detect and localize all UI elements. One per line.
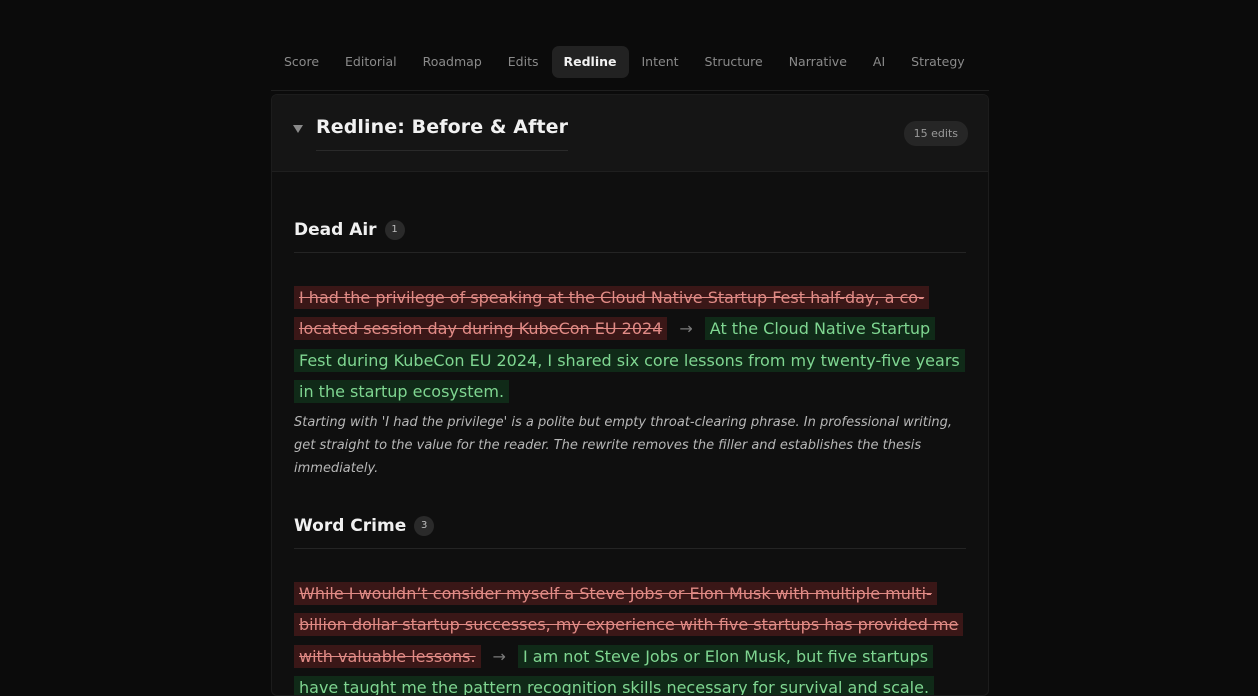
tab-truncated[interactable]: L: [978, 46, 989, 78]
panel-content: Dead Air 1 I had the privilege of speaki…: [272, 220, 988, 695]
panel-header[interactable]: Redline: Before & After 15 edits: [272, 95, 988, 172]
redline-panel: Redline: Before & After 15 edits Dead Ai…: [271, 94, 989, 696]
tab-structure[interactable]: Structure: [692, 46, 776, 78]
edits-count-badge: 15 edits: [903, 121, 968, 146]
section-count-badge: 1: [384, 220, 405, 240]
tab-intent[interactable]: Intent: [629, 46, 692, 78]
tab-roadmap[interactable]: Roadmap: [410, 46, 495, 78]
section-title: Dead Air: [294, 220, 377, 240]
section-header: Word Crime 3: [294, 516, 966, 550]
tab-narrative[interactable]: Narrative: [776, 46, 860, 78]
tab-bar: Score Editorial Roadmap Edits Redline In…: [271, 46, 989, 91]
section-header: Dead Air 1: [294, 220, 966, 253]
redline-edit: While I wouldn’t consider myself a Steve…: [294, 578, 966, 695]
caret-down-icon[interactable]: [293, 125, 303, 133]
tab-score[interactable]: Score: [271, 46, 332, 78]
section-title: Word Crime: [294, 516, 407, 537]
tab-redline[interactable]: Redline: [551, 46, 629, 78]
redline-edit: I had the privilege of speaking at the C…: [294, 282, 966, 407]
arrow-icon: →: [492, 646, 506, 666]
tab-edits[interactable]: Edits: [495, 46, 552, 78]
tab-strategy[interactable]: Strategy: [898, 46, 978, 78]
arrow-icon: →: [679, 319, 693, 339]
tab-editorial[interactable]: Editorial: [332, 46, 410, 78]
section-dead-air: Dead Air 1 I had the privilege of speaki…: [294, 220, 966, 480]
section-word-crime: Word Crime 3 While I wouldn’t consider m…: [294, 516, 966, 695]
panel-title: Redline: Before & After: [316, 116, 569, 151]
edit-explanation: Starting with 'I had the privilege' is a…: [294, 415, 953, 477]
tab-list: Score Editorial Roadmap Edits Redline In…: [271, 46, 989, 78]
section-count-badge: 3: [414, 516, 435, 537]
tab-ai[interactable]: AI: [860, 46, 898, 78]
